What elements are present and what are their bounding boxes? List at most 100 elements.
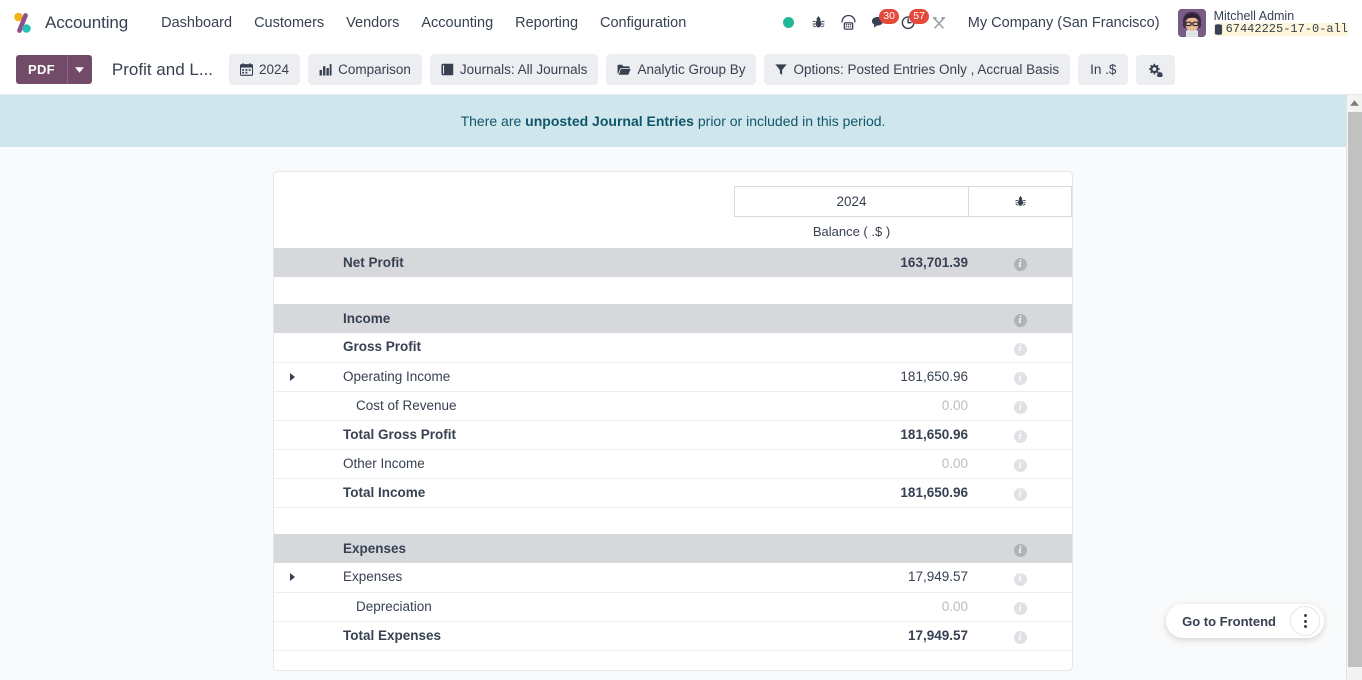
menu-item-customers[interactable]: Customers [243,9,335,37]
info-icon[interactable]: i [1013,314,1027,328]
info-icon[interactable]: i [1013,342,1027,356]
info-icon[interactable]: i [1013,488,1027,502]
row-value: 181,650.96 [900,484,968,500]
options-filter-button[interactable]: Options: Posted Entries Only , Accrual B… [764,54,1071,85]
date-filter-button[interactable]: 2024 [229,54,301,85]
info-icon[interactable]: i [1013,602,1027,616]
info-icon[interactable]: i [1013,401,1027,415]
voip-phone-icon[interactable] [834,8,864,38]
bug-icon[interactable] [804,8,834,38]
row-value-cell[interactable]: 163,701.39 [780,248,968,278]
balance-column-label: Balance ( .$ ) [812,224,891,240]
avatar[interactable] [1177,8,1206,37]
report-table: Net Profit 163,701.39 i Income i Gross Profit… [274,248,1072,651]
info-icon[interactable]: i [1013,572,1027,586]
journals-filter-button[interactable]: Journals: All Journals [429,54,599,85]
report-settings-button[interactable] [1136,54,1176,85]
row-name-cell[interactable]: Income [311,304,780,334]
info-icon[interactable]: i [1013,459,1027,473]
row-value-cell[interactable] [780,534,968,564]
currency-toggle-button[interactable]: In .$ [1078,54,1129,85]
scroll-viewport: There are unposted Journal Entries prior… [0,95,1346,680]
go-to-frontend-pill: Go to Frontend [1166,604,1324,638]
row-name-cell[interactable]: Cost of Revenue [311,391,780,421]
info-icon[interactable]: i [1013,631,1027,645]
brand-zone[interactable]: Accounting [10,10,128,36]
report-spacer-row [274,507,1072,534]
comparison-button[interactable]: Comparison [308,54,422,85]
table-row[interactable]: Operating Income 181,650.96 i [274,361,1072,392]
table-row[interactable]: Net Profit 163,701.39 i [274,248,1072,278]
table-row[interactable]: Other Income 0.00 i [274,449,1072,479]
activities-icon[interactable]: 57 [894,8,930,38]
row-name-cell[interactable]: Total Income [311,478,780,508]
row-value-cell[interactable] [780,333,968,362]
info-icon[interactable]: i [1013,372,1027,386]
column-header-2024[interactable]: 2024 [734,186,969,218]
row-expand-cell [274,478,311,508]
info-icon[interactable]: i [1013,544,1027,558]
company-switcher[interactable]: My Company (San Francisco) [958,9,1170,37]
row-name-cell[interactable]: Gross Profit [311,333,780,362]
analytic-group-by-button[interactable]: Analytic Group By [606,54,757,85]
table-row[interactable]: Total Income 181,650.96 i [274,478,1072,508]
messages-icon[interactable]: 30 [864,8,900,38]
menu-item-configuration[interactable]: Configuration [589,9,697,37]
row-label: Expenses [343,540,407,556]
vertical-scrollbar[interactable] [1346,95,1362,680]
table-row[interactable]: Cost of Revenue 0.00 i [274,391,1072,421]
row-name-cell[interactable]: Depreciation [311,592,780,622]
pdf-dropdown-toggle[interactable] [66,55,92,84]
row-value-cell[interactable]: 0.00 [780,592,968,622]
user-menu[interactable]: Mitchell Admin 67442225-17-0-all [1177,8,1350,37]
row-expand-cell[interactable] [274,563,311,593]
row-value-cell[interactable]: 181,650.96 [780,478,968,508]
profit-and-loss-report-card: 2024 Balance ( .$ ) Net Profit 163,701.3… [273,171,1073,672]
row-value-cell[interactable]: 181,650.96 [780,361,968,392]
frontend-options-button[interactable] [1290,606,1320,636]
row-value-cell[interactable] [780,304,968,334]
tools-icon[interactable] [924,8,954,38]
table-row[interactable]: Expenses i [274,534,1072,564]
row-name-cell[interactable]: Expenses [311,534,780,564]
table-row[interactable]: Total Gross Profit 181,650.96 i [274,420,1072,450]
main-menu: Dashboard Customers Vendors Accounting R… [150,9,697,37]
column-header-debug[interactable] [969,186,1072,218]
row-name-cell[interactable]: Net Profit [311,248,780,278]
menu-item-vendors[interactable]: Vendors [335,9,410,37]
menu-item-dashboard[interactable]: Dashboard [150,9,243,37]
table-row[interactable]: Total Expenses 17,949.57 i [274,621,1072,651]
odoo-logo-icon[interactable] [10,10,36,36]
pdf-button[interactable]: PDF [16,55,67,84]
scrollbar-thumb[interactable] [1348,112,1362,667]
row-name-cell[interactable]: Expenses [311,563,780,593]
table-row[interactable]: Income i [274,304,1072,334]
row-value-cell[interactable]: 181,650.96 [780,420,968,450]
row-info-cell: i [968,361,1072,392]
row-name-cell[interactable]: Total Expenses [311,621,780,651]
table-row[interactable]: Depreciation 0.00 i [274,592,1072,622]
row-value-cell[interactable]: 0.00 [780,391,968,421]
row-value-cell[interactable]: 0.00 [780,449,968,479]
go-to-frontend-button[interactable]: Go to Frontend [1166,614,1290,629]
alert-strong[interactable]: unposted Journal Entries [525,113,694,129]
info-icon[interactable]: i [1013,430,1027,444]
row-name-cell[interactable]: Total Gross Profit [311,420,780,450]
main-content-area: There are unposted Journal Entries prior… [0,95,1362,680]
row-name-cell[interactable]: Operating Income [311,361,780,392]
scroll-up-arrow-icon[interactable] [1347,95,1362,110]
row-value-cell[interactable]: 17,949.57 [780,563,968,593]
folder-icon [617,63,632,76]
caret-right-icon[interactable] [290,372,295,381]
row-info-cell: i [968,478,1072,508]
menu-item-reporting[interactable]: Reporting [504,9,589,37]
table-row[interactable]: Expenses 17,949.57 i [274,563,1072,593]
page-title: Profit and L... [111,59,214,79]
row-name-cell[interactable]: Other Income [311,449,780,479]
row-value-cell[interactable]: 17,949.57 [780,621,968,651]
table-row[interactable]: Gross Profit i [274,333,1072,362]
info-icon[interactable]: i [1013,258,1027,272]
menu-item-accounting[interactable]: Accounting [410,9,504,37]
row-expand-cell[interactable] [274,361,311,392]
caret-right-icon[interactable] [290,573,295,582]
